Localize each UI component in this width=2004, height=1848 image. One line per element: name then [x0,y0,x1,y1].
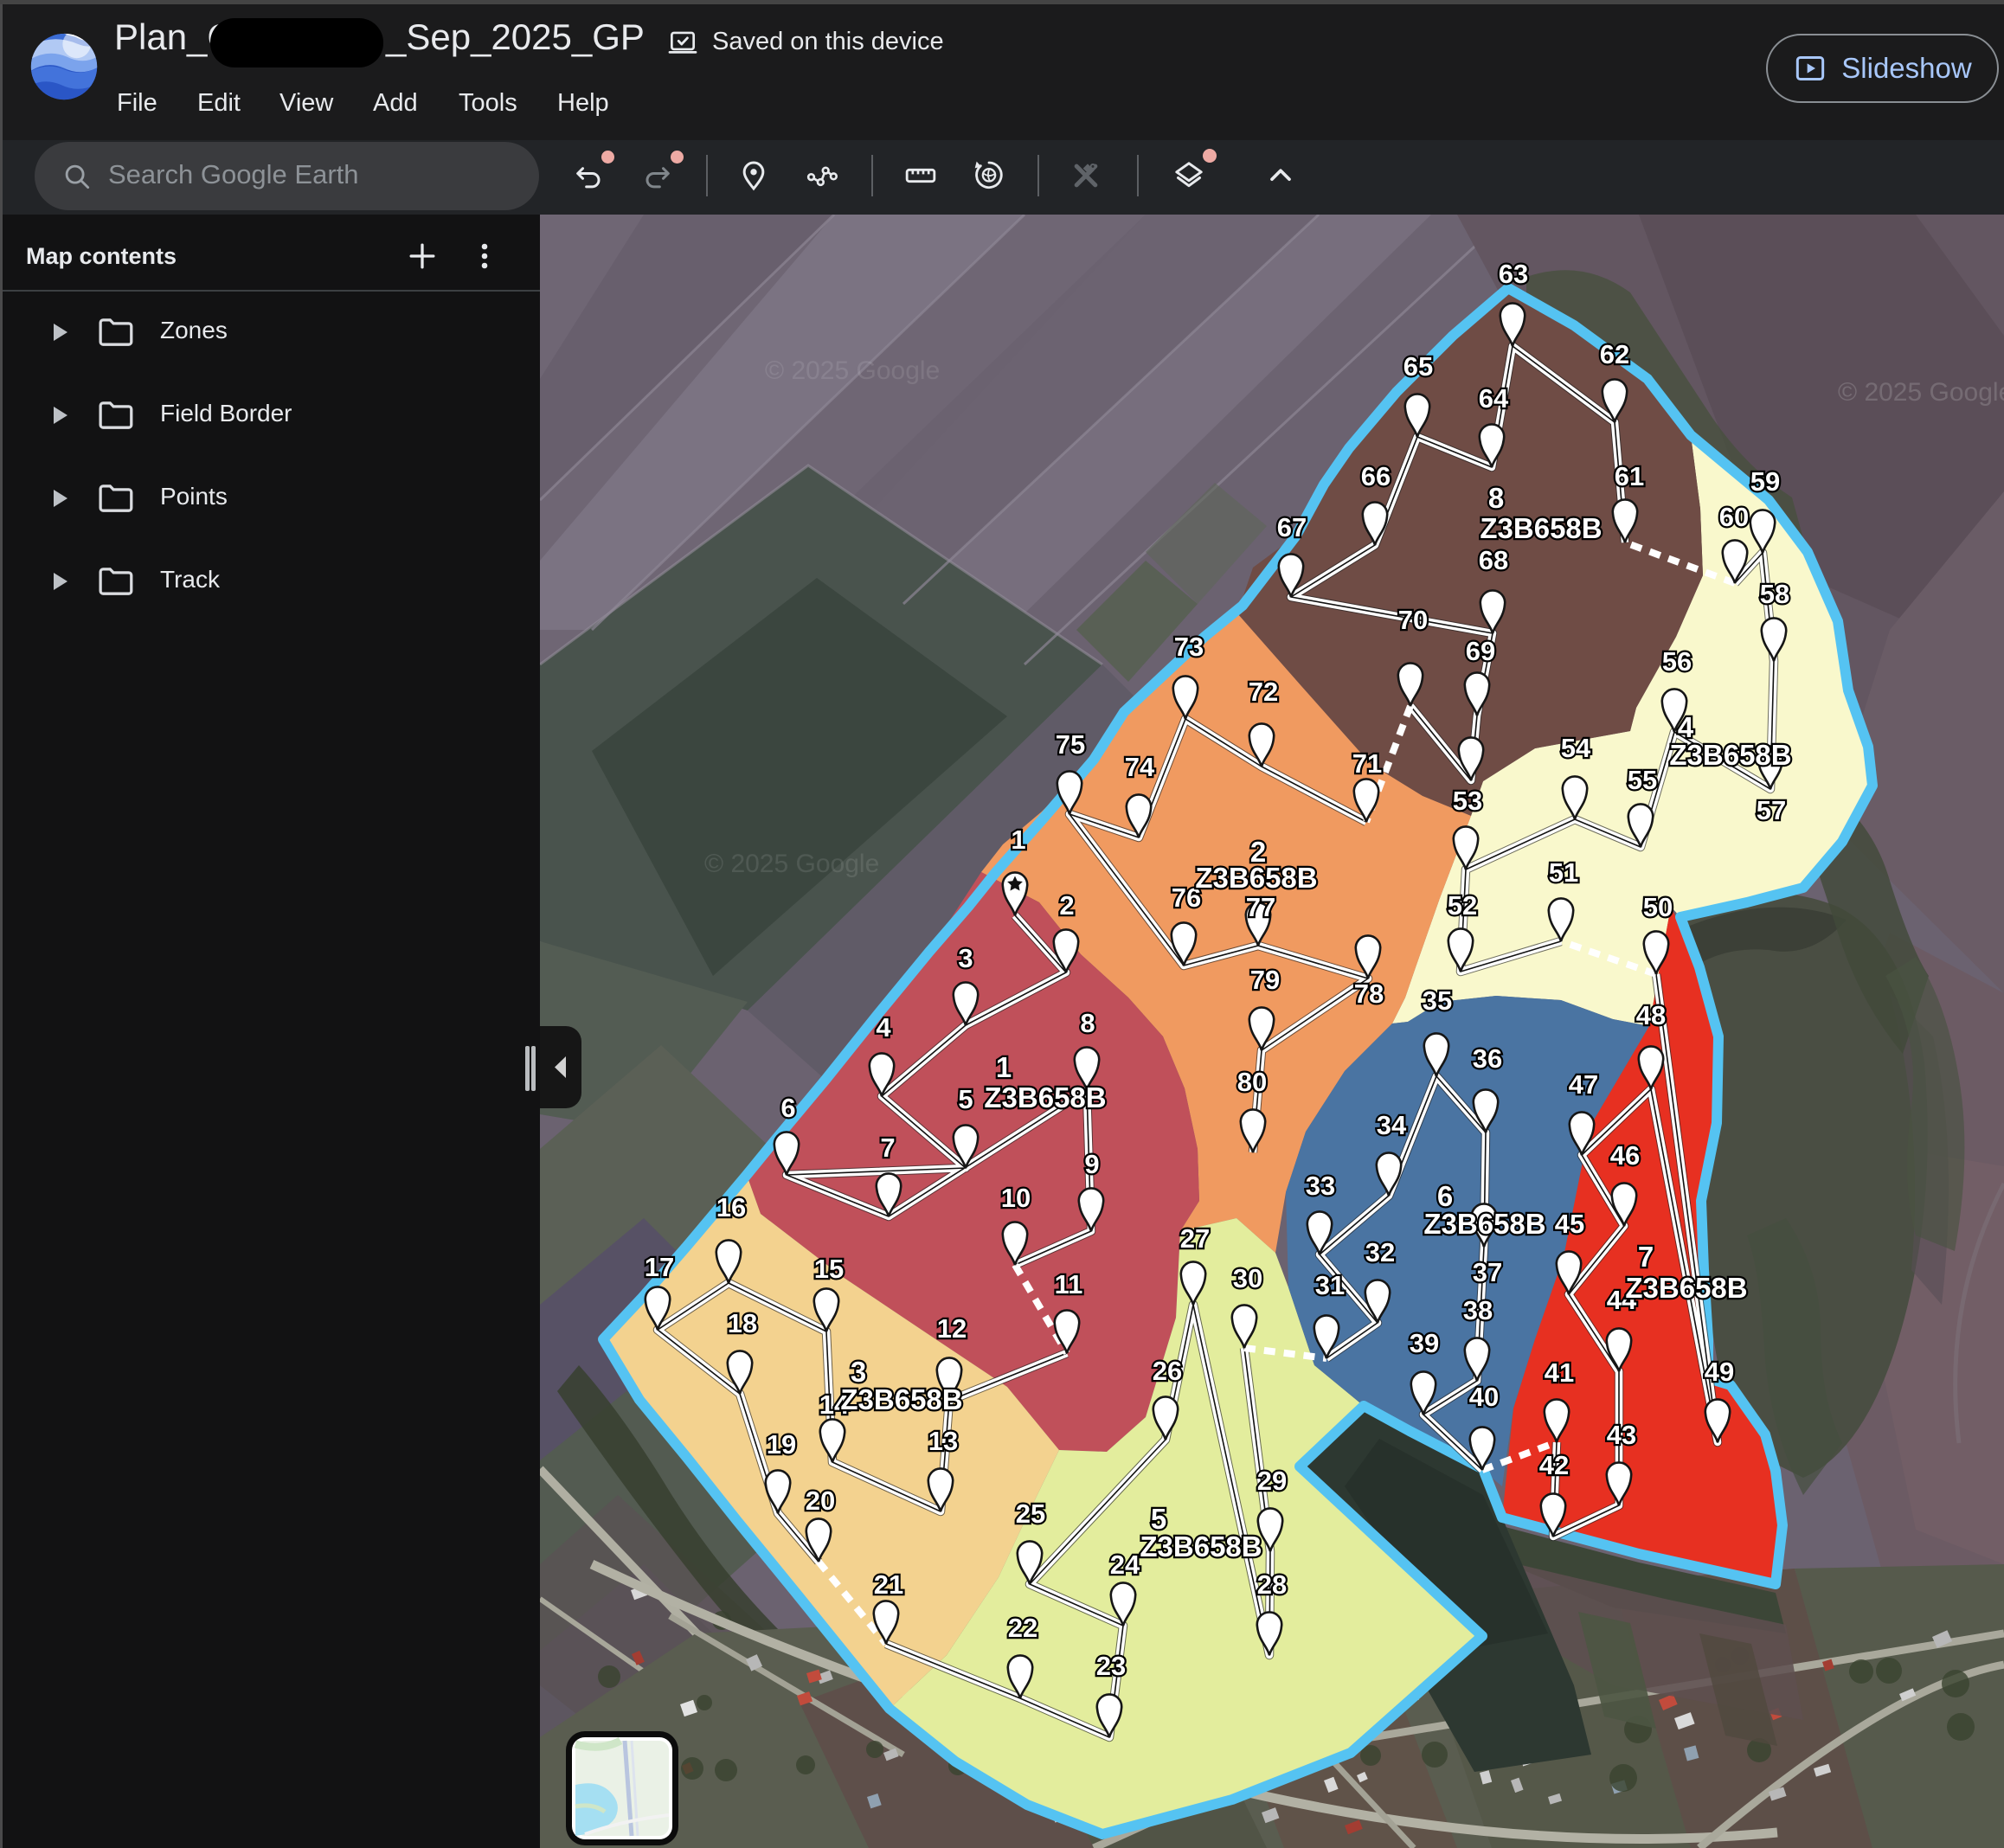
svg-text:18: 18 [728,1308,757,1338]
svg-text:56: 56 [1662,646,1692,677]
svg-text:32: 32 [1365,1237,1395,1267]
svg-text:52: 52 [1448,890,1477,921]
svg-text:67: 67 [1277,512,1307,542]
svg-text:Z3B658B: Z3B658B [1195,862,1317,894]
svg-text:60: 60 [1719,502,1749,532]
svg-text:15: 15 [814,1254,844,1284]
svg-text:54: 54 [1561,733,1591,763]
svg-text:7: 7 [1638,1241,1654,1273]
svg-text:37: 37 [1473,1257,1502,1287]
svg-text:74: 74 [1125,752,1155,782]
svg-text:© 2025 Google: © 2025 Google [704,850,879,878]
svg-text:16: 16 [716,1192,746,1222]
svg-text:64: 64 [1479,383,1509,414]
svg-text:Z3B658B: Z3B658B [1140,1530,1262,1562]
svg-text:59: 59 [1750,466,1780,497]
svg-text:© 2025 Google: © 2025 Google [765,356,940,385]
svg-text:73: 73 [1174,632,1204,662]
svg-text:33: 33 [1306,1171,1335,1201]
svg-text:26: 26 [1153,1356,1182,1386]
svg-text:77: 77 [1246,892,1275,922]
svg-text:7: 7 [880,1133,895,1163]
svg-text:Z3B658B: Z3B658B [840,1383,962,1415]
svg-text:69: 69 [1466,636,1495,666]
svg-text:72: 72 [1249,677,1278,707]
svg-text:58: 58 [1760,579,1789,609]
svg-text:© 2025 Google: © 2025 Google [1838,378,2004,407]
svg-text:71: 71 [1352,748,1382,779]
svg-text:45: 45 [1555,1209,1584,1239]
svg-text:42: 42 [1539,1450,1569,1480]
svg-text:6: 6 [780,1093,795,1123]
svg-text:80: 80 [1237,1067,1267,1097]
svg-text:66: 66 [1361,461,1391,491]
svg-text:8: 8 [1488,482,1504,514]
svg-text:2: 2 [1059,890,1074,921]
svg-text:46: 46 [1610,1140,1640,1171]
svg-text:70: 70 [1398,605,1428,635]
svg-text:68: 68 [1479,545,1508,575]
svg-text:Z3B658B: Z3B658B [1625,1272,1747,1304]
svg-text:10: 10 [1001,1183,1031,1213]
svg-text:29: 29 [1257,1466,1287,1496]
svg-text:8: 8 [1080,1008,1095,1038]
svg-text:36: 36 [1473,1043,1502,1074]
svg-text:Z3B658B: Z3B658B [1480,512,1602,544]
svg-text:20: 20 [806,1485,835,1516]
svg-text:21: 21 [874,1569,903,1600]
svg-text:17: 17 [645,1252,674,1282]
svg-text:79: 79 [1250,965,1280,995]
svg-text:35: 35 [1423,985,1452,1016]
svg-text:38: 38 [1463,1295,1493,1325]
svg-text:Z3B658B: Z3B658B [984,1081,1106,1113]
svg-text:39: 39 [1410,1328,1439,1358]
svg-text:78: 78 [1354,979,1384,1009]
svg-text:Z3B658B: Z3B658B [1669,739,1791,771]
svg-text:28: 28 [1257,1569,1287,1600]
svg-text:30: 30 [1233,1263,1262,1293]
svg-text:5: 5 [958,1084,973,1114]
svg-text:49: 49 [1705,1357,1734,1387]
svg-text:61: 61 [1615,461,1644,491]
svg-text:50: 50 [1643,892,1673,922]
svg-text:34: 34 [1377,1110,1407,1140]
svg-text:57: 57 [1757,795,1786,825]
svg-text:19: 19 [767,1429,796,1460]
svg-text:48: 48 [1636,1000,1666,1030]
svg-text:65: 65 [1403,351,1433,382]
svg-text:75: 75 [1056,729,1085,760]
svg-text:53: 53 [1453,786,1482,816]
svg-text:55: 55 [1628,765,1657,795]
svg-text:47: 47 [1569,1069,1598,1100]
svg-text:40: 40 [1469,1382,1499,1412]
svg-text:22: 22 [1008,1613,1037,1643]
svg-text:31: 31 [1315,1270,1345,1300]
svg-text:12: 12 [937,1313,967,1344]
svg-text:3: 3 [958,943,973,973]
svg-text:1: 1 [996,1051,1012,1083]
svg-text:25: 25 [1016,1498,1045,1529]
svg-text:9: 9 [1084,1149,1099,1179]
svg-text:62: 62 [1600,339,1629,369]
svg-text:1: 1 [1011,825,1025,855]
svg-text:4: 4 [876,1012,891,1043]
svg-text:41: 41 [1545,1357,1574,1388]
svg-text:27: 27 [1180,1223,1210,1254]
svg-text:63: 63 [1499,259,1528,289]
svg-text:13: 13 [928,1426,958,1456]
svg-text:Z3B658B: Z3B658B [1423,1208,1545,1240]
svg-text:43: 43 [1607,1420,1636,1450]
svg-text:51: 51 [1549,857,1578,888]
svg-text:24: 24 [1110,1550,1140,1580]
svg-text:23: 23 [1096,1651,1126,1681]
svg-text:11: 11 [1055,1269,1083,1299]
